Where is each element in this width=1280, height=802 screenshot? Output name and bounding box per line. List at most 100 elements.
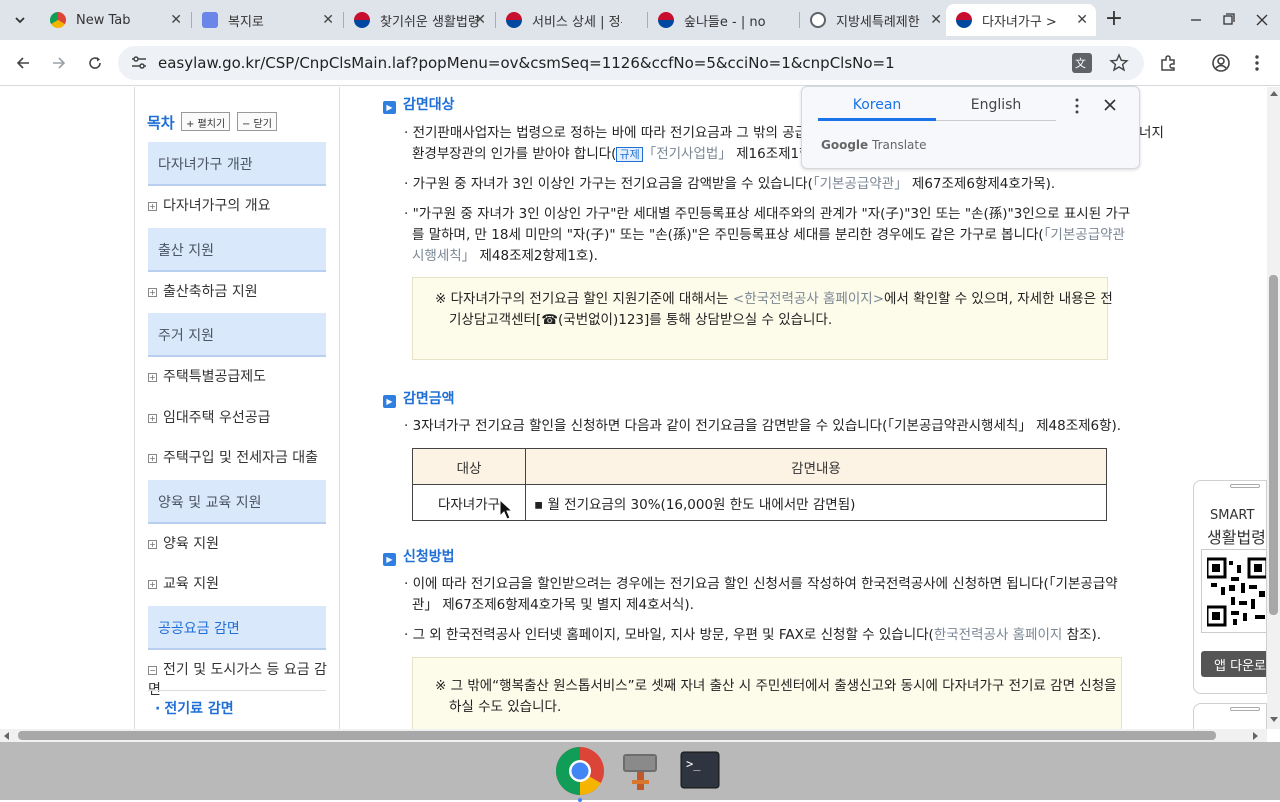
law-link[interactable]: 「기본공급약관」 (813, 176, 908, 192)
translate-icon: 文 (1075, 56, 1086, 70)
forward-button[interactable] (45, 49, 73, 77)
regulation-tag[interactable]: 규제 (616, 147, 643, 162)
taegeuk-favicon-icon (956, 12, 972, 28)
table-header: 감면내용 (525, 448, 1107, 485)
tab-title: 지방세특례제한 (836, 14, 920, 30)
tab-local-tax[interactable]: 지방세특례제한 ✕ (800, 4, 950, 36)
site-info-icon[interactable] (130, 55, 148, 71)
plus-icon: + (148, 580, 157, 589)
paragraph-eligibility-3: · "가구원 중 자녀가 3인 이상인 가구"란 세대별 주민등록표상 세대주와… (404, 206, 1131, 264)
plus-icon: + (148, 414, 157, 423)
scroll-left-arrow-icon[interactable] (4, 732, 9, 740)
scroll-down-arrow-icon[interactable] (1270, 717, 1278, 722)
toc-item-current-electric[interactable]: · 전기료 감면 (155, 698, 335, 718)
section-title-amount: ▶ 감면금액 (383, 388, 455, 408)
vertical-scroll-thumb[interactable] (1269, 275, 1278, 615)
toc-category-overview[interactable]: 다자녀가구 개관 (148, 142, 326, 186)
restore-icon (1223, 13, 1235, 25)
toc-category-childcare[interactable]: 양육 및 교육 지원 (148, 480, 326, 524)
close-tab-icon[interactable]: ✕ (1076, 12, 1088, 28)
chrome-menu-button[interactable] (1243, 49, 1271, 77)
toc-item-rental-priority[interactable]: + 임대주택 우선공급 (148, 407, 328, 427)
browser-toolbar: easylaw.go.kr/CSP/CnpClsMain.laf?popMenu… (0, 40, 1280, 86)
widget-title-1: SMART (1210, 508, 1255, 523)
chevron-down-icon (15, 17, 25, 24)
kepco-link[interactable]: <한국전력공사 홈페이지> (733, 291, 884, 307)
law-link[interactable]: 시행세칙」 (412, 248, 475, 264)
translate-tab-english[interactable]: English (936, 95, 1056, 121)
tab-forest[interactable]: 숲나들e - | no (648, 4, 798, 36)
table-cell: ▪ 월 전기요금의 30%(16,000원 한도 내에서만 감면됨) (525, 484, 1107, 521)
chrome-taskbar-icon[interactable] (555, 746, 605, 802)
extensions-button[interactable] (1154, 49, 1182, 77)
table-row: 다자녀가구 ▪ 월 전기요금의 30%(16,000원 한도 내에서만 감면됨) (412, 484, 1107, 521)
toc-item-childcare[interactable]: + 양육 지원 (148, 533, 328, 553)
url-text[interactable]: easylaw.go.kr/CSP/CnpClsMain.laf?popMenu… (158, 54, 895, 72)
section-arrow-icon: ▶ (383, 395, 396, 408)
qr-code-image (1201, 549, 1266, 633)
section-title-eligibility: ▶ 감면대상 (383, 94, 455, 114)
back-button[interactable] (9, 49, 37, 77)
collapse-all-button[interactable]: − 닫기 (237, 112, 277, 131)
note-box-kepco: ※ 다자녀가구의 전기요금 할인 지원기준에 대해서는 <한국전력공사 홈페이지… (412, 277, 1113, 360)
bookmark-star-button[interactable] (1108, 52, 1130, 74)
kepco-homepage-link[interactable]: 한국전력공사 홈페이지 (934, 627, 1063, 643)
vertical-scrollbar[interactable] (1267, 87, 1280, 729)
tab-multichild-active[interactable]: 다자녀가구 > ✕ (946, 4, 1096, 36)
new-tab-button[interactable]: + (1102, 6, 1126, 34)
widget-title-2: 생활법령 (1207, 528, 1266, 547)
expand-all-button[interactable]: + 펼치기 (181, 112, 231, 131)
toc-item-birth-bonus[interactable]: + 출산축하금 지원 (148, 281, 328, 301)
law-link[interactable]: 「전기사업법」 (643, 146, 732, 162)
tab-new-tab[interactable]: New Tab ✕ (40, 4, 190, 36)
web-page: 목차 + 펼치기 − 닫기 다자녀가구 개관 + 다자녀가구의 개요 출산 지원 … (0, 87, 1267, 729)
paragraph-application-2: · 그 외 한국전력공사 인터넷 홈페이지, 모바일, 지사 방문, 우편 및 … (404, 627, 1102, 643)
toc-category-housing[interactable]: 주거 지원 (148, 313, 326, 357)
toc-item-overview[interactable]: + 다자녀가구의 개요 (148, 195, 328, 215)
translate-options-button[interactable] (1068, 96, 1086, 116)
profile-button[interactable] (1207, 49, 1235, 77)
toc-category-utility[interactable]: 공공요금 감면 (148, 606, 326, 650)
toc-category-birth[interactable]: 출산 지원 (148, 228, 326, 272)
minus-icon: − (148, 666, 157, 675)
close-tab-icon[interactable]: ✕ (170, 12, 182, 28)
app-download-button[interactable]: 앱 다운로드 (1201, 651, 1266, 677)
kebab-menu-icon (1075, 98, 1079, 114)
horizontal-scrollbar[interactable] (0, 729, 1267, 742)
mouse-cursor-icon (499, 499, 513, 520)
tab-gov24[interactable]: 서비스 상세 | 정부24 (496, 4, 646, 36)
star-icon (1109, 53, 1129, 72)
google-translate-brand: Google Translate (821, 138, 927, 152)
chrome-favicon-icon (50, 12, 66, 28)
translate-close-button[interactable] (1100, 95, 1120, 115)
toc-item-electric-gas[interactable]: − 전기 및 도시가스 등 요금 감면 (148, 659, 328, 699)
taskbar: >_ (0, 742, 1280, 802)
toc-item-special-supply[interactable]: + 주택특별공급제도 (148, 366, 328, 386)
toc-item-housing-loan[interactable]: + 주택구입 및 전세자금 대출 (148, 447, 328, 467)
kebab-menu-icon (1255, 55, 1259, 71)
reload-button[interactable] (81, 49, 109, 77)
close-tab-icon[interactable]: ✕ (474, 12, 486, 28)
law-link[interactable]: 「기본공급약관 (1044, 227, 1125, 243)
terminal-taskbar-icon[interactable]: >_ (675, 746, 725, 796)
file-manager-taskbar-icon[interactable] (615, 746, 665, 796)
horizontal-scroll-thumb[interactable] (18, 731, 1216, 740)
bokjiro-favicon-icon (202, 12, 218, 28)
toc-item-education[interactable]: + 교육 지원 (148, 573, 328, 593)
address-bar[interactable]: easylaw.go.kr/CSP/CnpClsMain.laf?popMenu… (118, 46, 1144, 80)
scroll-up-arrow-icon[interactable] (1270, 91, 1278, 96)
close-window-button[interactable] (1250, 8, 1274, 32)
minimize-button[interactable] (1184, 8, 1208, 32)
plus-icon: + (148, 202, 157, 211)
tab-bokjiro[interactable]: 복지로 ✕ (192, 4, 342, 36)
scroll-right-arrow-icon[interactable] (1253, 732, 1258, 740)
tab-easylaw[interactable]: 찾기쉬운 생활법령 ✕ (344, 4, 494, 36)
translate-page-button[interactable]: 文 (1072, 53, 1092, 73)
plus-icon: + (148, 373, 157, 382)
close-icon (1256, 14, 1268, 26)
tab-search-button[interactable] (6, 6, 34, 34)
close-tab-icon[interactable]: ✕ (322, 12, 334, 28)
restore-button[interactable] (1217, 8, 1241, 32)
close-tab-icon[interactable]: ✕ (930, 12, 942, 28)
translate-tab-korean[interactable]: Korean (818, 95, 936, 121)
